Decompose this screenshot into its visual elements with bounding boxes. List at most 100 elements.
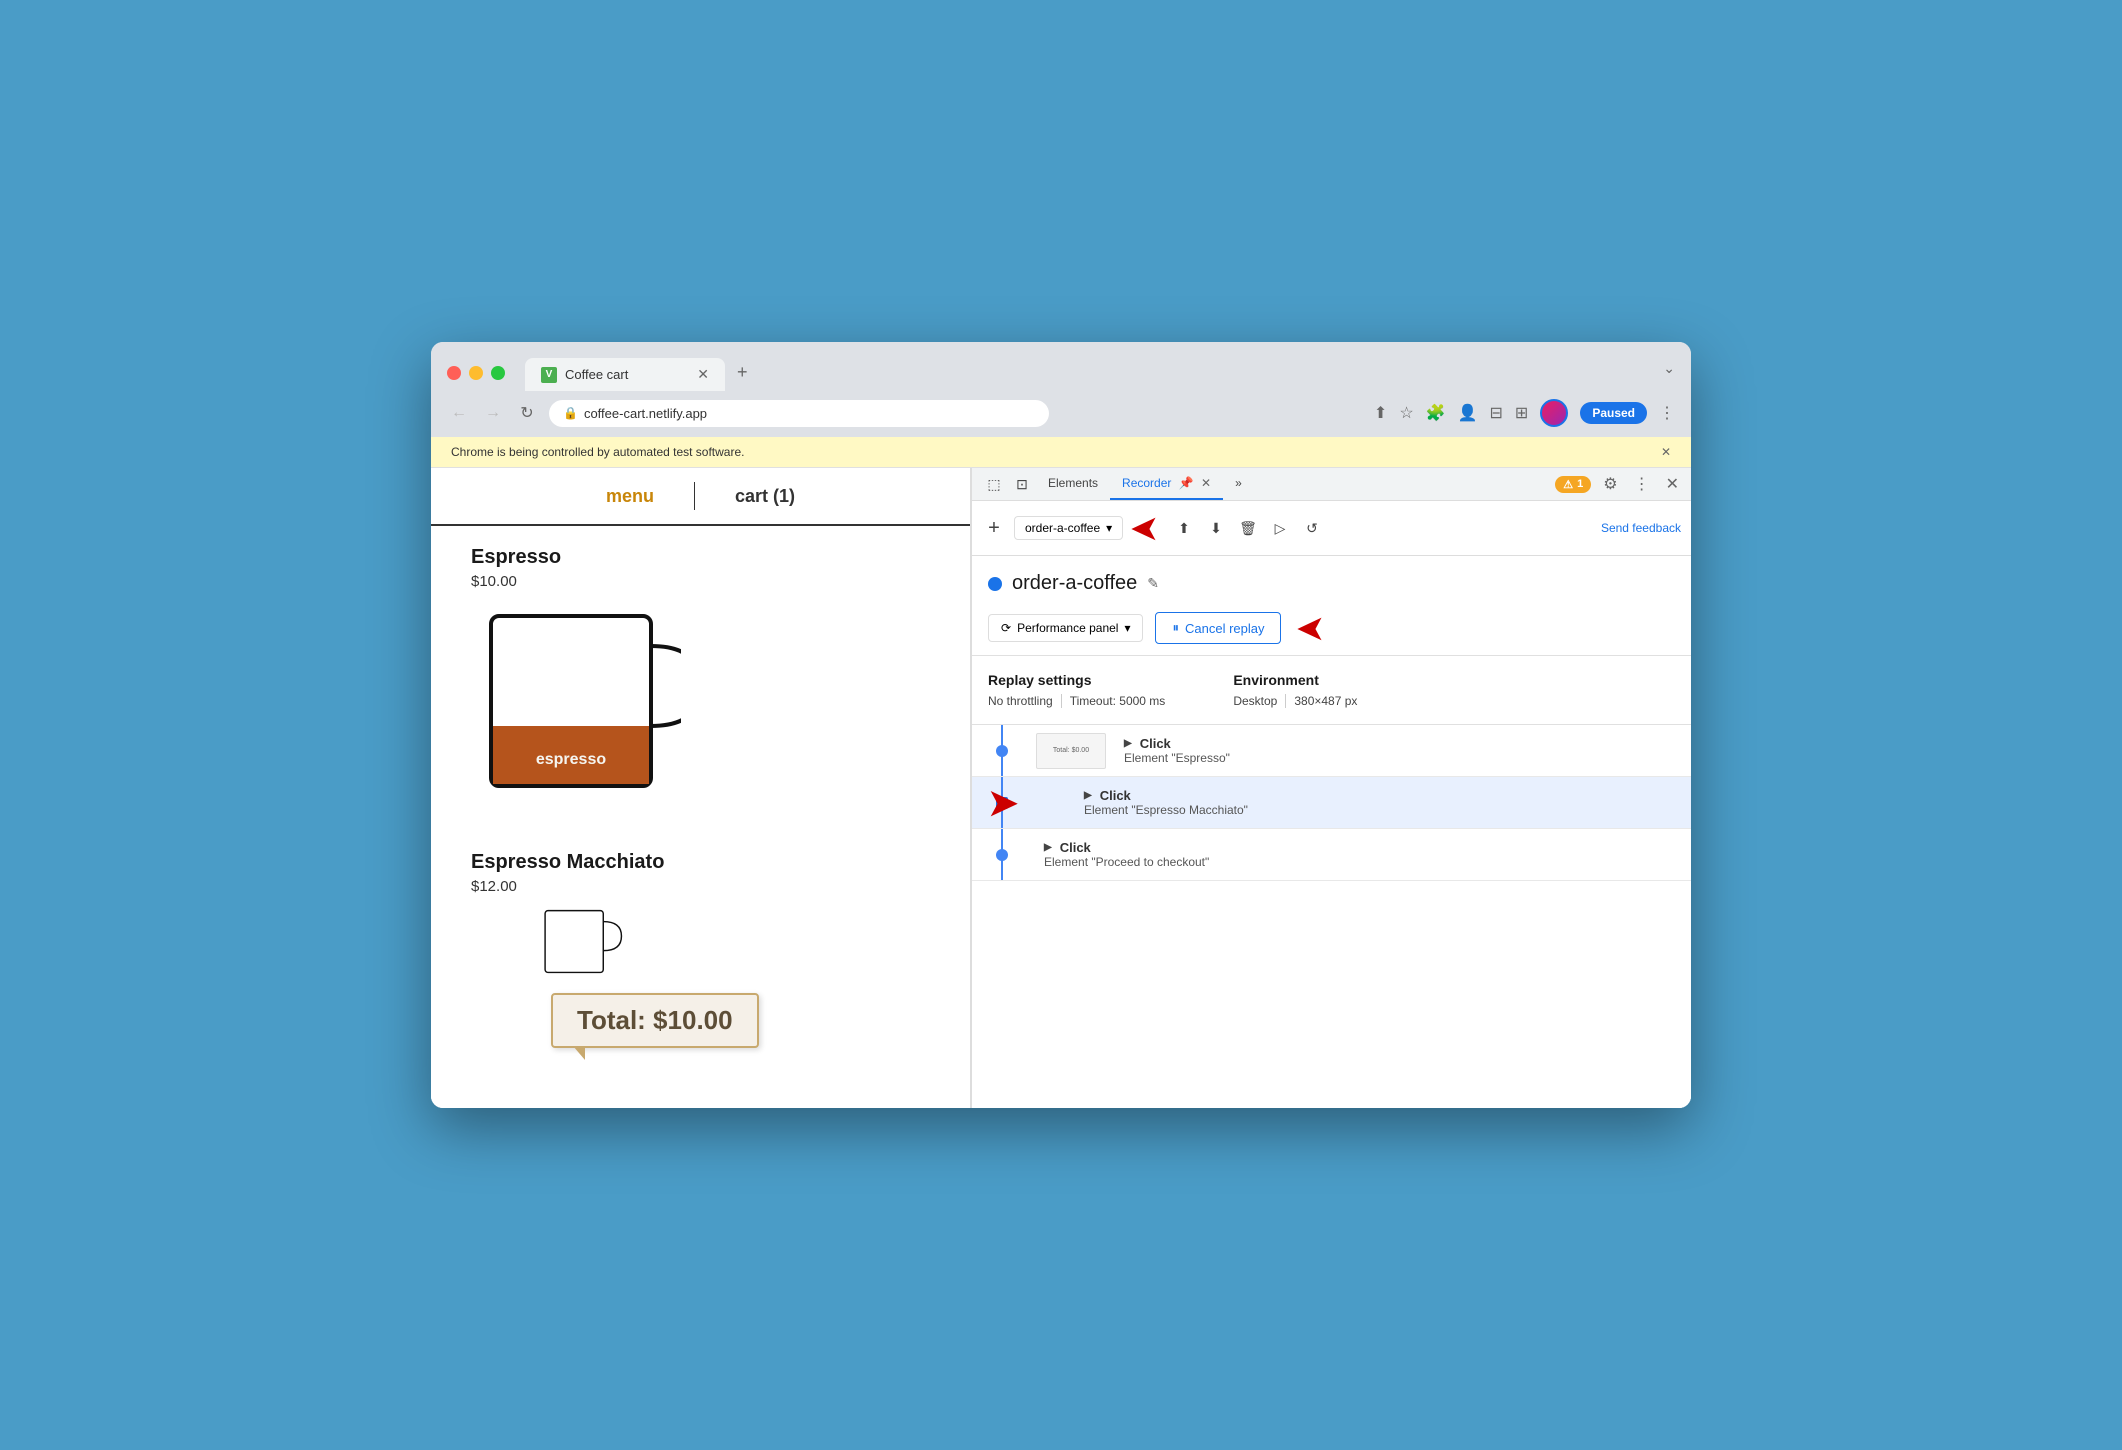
traffic-lights: [447, 366, 505, 380]
expand-icon-1[interactable]: ▶: [1124, 738, 1132, 749]
forward-button[interactable]: →: [481, 404, 505, 422]
dropdown-chevron-icon: ▾: [1106, 521, 1112, 535]
recorder-controls: ⟳ Performance panel ▾ ⏸ Cancel replay ➤: [988, 609, 1675, 647]
step-action-1: ▶ Click: [1124, 736, 1679, 751]
products-section: Espresso $10.00: [431, 526, 970, 1007]
devtools-close-icon[interactable]: ✕: [1662, 470, 1683, 498]
chevron-down-icon: ⌄: [1663, 360, 1675, 377]
expand-icon-2[interactable]: ▶: [1084, 790, 1092, 801]
play-button[interactable]: ▷: [1266, 514, 1294, 542]
step-preview-1: Total: $0.00: [1032, 729, 1112, 773]
tab-elements[interactable]: Elements: [1036, 468, 1110, 500]
step-content-1[interactable]: ▶ Click Element "Espresso": [1112, 726, 1691, 775]
import-button[interactable]: ⬇: [1202, 514, 1230, 542]
export-button[interactable]: ⬆: [1170, 514, 1198, 542]
reload-button[interactable]: ↻: [515, 403, 539, 423]
step-dot-3: [996, 849, 1008, 861]
size-value: 380×487 px: [1286, 694, 1365, 708]
product-name-macchiato: Espresso Macchiato: [471, 851, 930, 874]
step-action-2: ▶ Click: [1084, 788, 1679, 803]
bookmark-icon[interactable]: ☆: [1399, 403, 1413, 423]
settings-icon[interactable]: ⚙: [1599, 470, 1621, 498]
step-action-3: ▶ Click: [1044, 840, 1679, 855]
step-timeline-1: [972, 725, 1032, 776]
cart-nav-item[interactable]: cart (1): [735, 486, 795, 507]
product-price-espresso: $10.00: [471, 573, 930, 590]
perf-dropdown-icon: ▾: [1124, 621, 1130, 635]
minimize-button[interactable]: [469, 366, 483, 380]
environment-label: Environment: [1233, 672, 1365, 688]
total-badge: Total: $10.00: [551, 993, 759, 1048]
tab-close-button[interactable]: ✕: [697, 366, 709, 383]
automation-message: Chrome is being controlled by automated …: [451, 445, 744, 459]
step-detail-1: Element "Espresso": [1124, 751, 1679, 765]
active-tab[interactable]: V Coffee cart ✕: [525, 358, 725, 391]
device-icon[interactable]: ⊡: [1008, 470, 1036, 498]
extensions-icon[interactable]: 🧩: [1426, 403, 1446, 423]
media-icon[interactable]: ⊟: [1490, 403, 1503, 423]
share-icon[interactable]: ⬆: [1374, 403, 1387, 423]
delete-button[interactable]: 🗑: [1234, 514, 1262, 542]
step-content-3[interactable]: ▶ Click Element "Proceed to checkout": [1032, 830, 1691, 879]
replay-settings-label: Replay settings: [988, 672, 1173, 688]
lock-icon: 🔒: [563, 406, 578, 420]
title-bar: V Coffee cart ✕ + ⌄: [431, 342, 1691, 391]
espresso-label: espresso: [536, 751, 606, 768]
replay-settings: Replay settings No throttling Timeout: 5…: [972, 656, 1691, 725]
maximize-button[interactable]: [491, 366, 505, 380]
step-content-2[interactable]: ▶ Click Element "Espresso Macchiato": [1072, 778, 1691, 827]
devtools-panel: ⬚ ⊡ Elements Recorder 📌 ✕ » ⚠1 ⚙ ⋮ ✕: [971, 468, 1691, 1108]
notification-badge[interactable]: ⚠1: [1555, 476, 1591, 493]
menu-nav-item[interactable]: menu: [606, 486, 654, 507]
step-detail-2: Element "Espresso Macchiato": [1084, 803, 1679, 817]
replay-settings-col: Replay settings No throttling Timeout: 5…: [988, 672, 1173, 708]
more-menu-icon[interactable]: ⋮: [1659, 403, 1675, 423]
edit-name-icon[interactable]: ✎: [1147, 575, 1159, 592]
profile-icon[interactable]: 👤: [1458, 403, 1478, 423]
paused-badge: Paused: [1580, 402, 1647, 424]
cancel-replay-button[interactable]: ⏸ Cancel replay: [1155, 612, 1281, 644]
recording-status-dot: [988, 577, 1002, 591]
recorder-action-buttons: ⬆ ⬇ 🗑 ▷ ↺: [1170, 514, 1326, 542]
table-row: Total: $0.00 ▶ Click Element "Espresso": [972, 725, 1691, 777]
cursor-icon[interactable]: ⬚: [980, 470, 1008, 498]
browser-window: V Coffee cart ✕ + ⌄ ← → ↻ 🔒 coffee-cart.…: [431, 342, 1691, 1108]
add-recording-button[interactable]: +: [982, 516, 1006, 540]
automation-bar: Chrome is being controlled by automated …: [431, 437, 1691, 468]
devtools-tabs: ⬚ ⊡ Elements Recorder 📌 ✕ » ⚠1 ⚙ ⋮ ✕: [972, 468, 1691, 501]
preview-image-1: Total: $0.00: [1036, 733, 1106, 769]
performance-panel-button[interactable]: ⟳ Performance panel ▾: [988, 614, 1143, 642]
recorder-header: order-a-coffee ✎ ⟳ Performance panel ▾ ⏸…: [972, 556, 1691, 656]
tab-favicon: V: [541, 367, 557, 383]
steps-list: Total: $0.00 ▶ Click Element "Espresso": [972, 725, 1691, 1108]
tab-more[interactable]: »: [1223, 468, 1254, 500]
site-nav: menu cart (1): [431, 468, 970, 526]
sidebar-icon[interactable]: ⊞: [1515, 403, 1528, 423]
automation-close-button[interactable]: ✕: [1661, 445, 1671, 459]
main-area: menu cart (1) Espresso $10.00: [431, 468, 1691, 1108]
perf-icon: ⟳: [1001, 621, 1011, 635]
step-timeline-3: [972, 829, 1032, 880]
tabs-area: V Coffee cart ✕ +: [525, 354, 1651, 391]
replay-settings-button[interactable]: ↺: [1298, 514, 1326, 542]
tab-recorder[interactable]: Recorder 📌 ✕: [1110, 468, 1223, 500]
send-feedback-link[interactable]: Send feedback: [1601, 521, 1681, 535]
desktop-value: Desktop: [1233, 694, 1286, 708]
back-button[interactable]: ←: [447, 404, 471, 422]
devtools-top-right: ⚠1 ⚙ ⋮ ✕: [1555, 470, 1683, 498]
recorder-title-row: order-a-coffee ✎: [988, 572, 1675, 595]
nav-separator: [694, 482, 695, 510]
recorder-tab-close[interactable]: ✕: [1201, 476, 1211, 490]
new-tab-button[interactable]: +: [725, 354, 760, 391]
expand-icon-3[interactable]: ▶: [1044, 842, 1052, 853]
window-controls: ⌄: [1663, 360, 1675, 385]
pause-icon: ⏸: [1172, 620, 1179, 636]
replay-settings-values: No throttling Timeout: 5000 ms: [988, 694, 1173, 708]
avatar[interactable]: [1540, 399, 1568, 427]
espresso-cup: espresso: [471, 606, 930, 831]
address-input[interactable]: 🔒 coffee-cart.netlify.app: [549, 400, 1049, 427]
recording-selector[interactable]: order-a-coffee ▾: [1014, 516, 1123, 540]
close-button[interactable]: [447, 366, 461, 380]
more-options-icon[interactable]: ⋮: [1630, 470, 1654, 498]
step-detail-3: Element "Proceed to checkout": [1044, 855, 1679, 869]
